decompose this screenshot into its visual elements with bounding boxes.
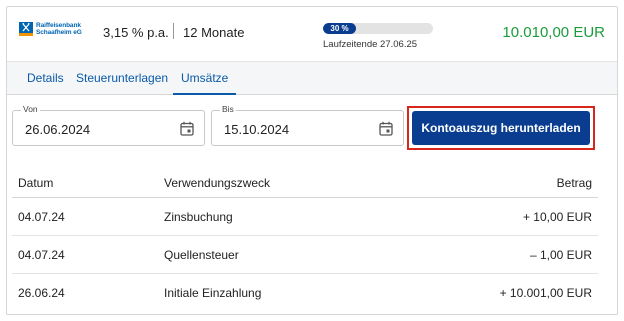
header-amount: Betrag bbox=[556, 176, 592, 190]
table-row: 04.07.24 Zinsbuchung + 10,00 EUR bbox=[12, 198, 598, 236]
table-row: 04.07.24 Quellensteuer – 1,00 EUR bbox=[12, 236, 598, 274]
row-date: 26.06.24 bbox=[18, 286, 65, 300]
runtime-progress-fill: 30 % bbox=[323, 23, 356, 34]
table-row: 26.06.24 Initiale Einzahlung + 10.001,00… bbox=[12, 274, 598, 312]
download-statement-button[interactable]: Kontoauszug herunterladen bbox=[412, 111, 590, 145]
interest-rate: 3,15 % p.a. bbox=[103, 25, 169, 40]
calendar-icon[interactable] bbox=[180, 121, 194, 136]
row-amount: + 10.001,00 EUR bbox=[499, 286, 592, 300]
date-from-label: Von bbox=[21, 104, 40, 114]
transactions-table: Datum Verwendungszweck Betrag 04.07.24 Z… bbox=[12, 172, 598, 312]
bank-name: Raiffeisenbank Schaafheim eG bbox=[36, 22, 82, 36]
row-date: 04.07.24 bbox=[18, 248, 65, 262]
raiffeisen-logo-icon bbox=[19, 22, 33, 36]
deposit-header: Raiffeisenbank Schaafheim eG 3,15 % p.a.… bbox=[7, 7, 617, 61]
runtime-end-date: Laufzeitende 27.06.25 bbox=[323, 39, 418, 50]
term-duration: 12 Monate bbox=[183, 25, 245, 40]
row-date: 04.07.24 bbox=[18, 210, 65, 224]
tab-steuerunterlagen[interactable]: Steuerunterlagen bbox=[76, 62, 168, 95]
row-purpose: Quellensteuer bbox=[164, 248, 239, 262]
tab-details[interactable]: Details bbox=[27, 62, 64, 95]
date-to-field[interactable]: Bis bbox=[211, 104, 404, 146]
date-to-input[interactable] bbox=[224, 122, 364, 137]
row-amount: – 1,00 EUR bbox=[529, 248, 592, 262]
date-from-field[interactable]: Von bbox=[12, 104, 205, 146]
tab-bar: Details Steuerunterlagen Umsätze bbox=[7, 61, 617, 95]
bank-name-line1: Raiffeisenbank bbox=[36, 22, 81, 29]
calendar-icon[interactable] bbox=[379, 121, 393, 136]
tab-umsaetze[interactable]: Umsätze bbox=[173, 62, 237, 95]
row-amount: + 10,00 EUR bbox=[522, 210, 592, 224]
row-purpose: Initiale Einzahlung bbox=[164, 286, 262, 300]
bank-logo: Raiffeisenbank Schaafheim eG bbox=[19, 22, 82, 36]
header-purpose: Verwendungszweck bbox=[164, 176, 271, 190]
date-from-input[interactable] bbox=[25, 122, 165, 137]
table-header: Datum Verwendungszweck Betrag bbox=[12, 172, 598, 198]
bank-name-line2: Schaafheim eG bbox=[36, 29, 82, 36]
header-divider bbox=[173, 23, 174, 39]
header-date: Datum bbox=[18, 176, 54, 190]
account-balance: 10.010,00 EUR bbox=[502, 24, 605, 41]
row-purpose: Zinsbuchung bbox=[164, 210, 233, 224]
date-to-label: Bis bbox=[220, 104, 236, 114]
runtime-progress-bar: 30 % bbox=[323, 23, 433, 34]
